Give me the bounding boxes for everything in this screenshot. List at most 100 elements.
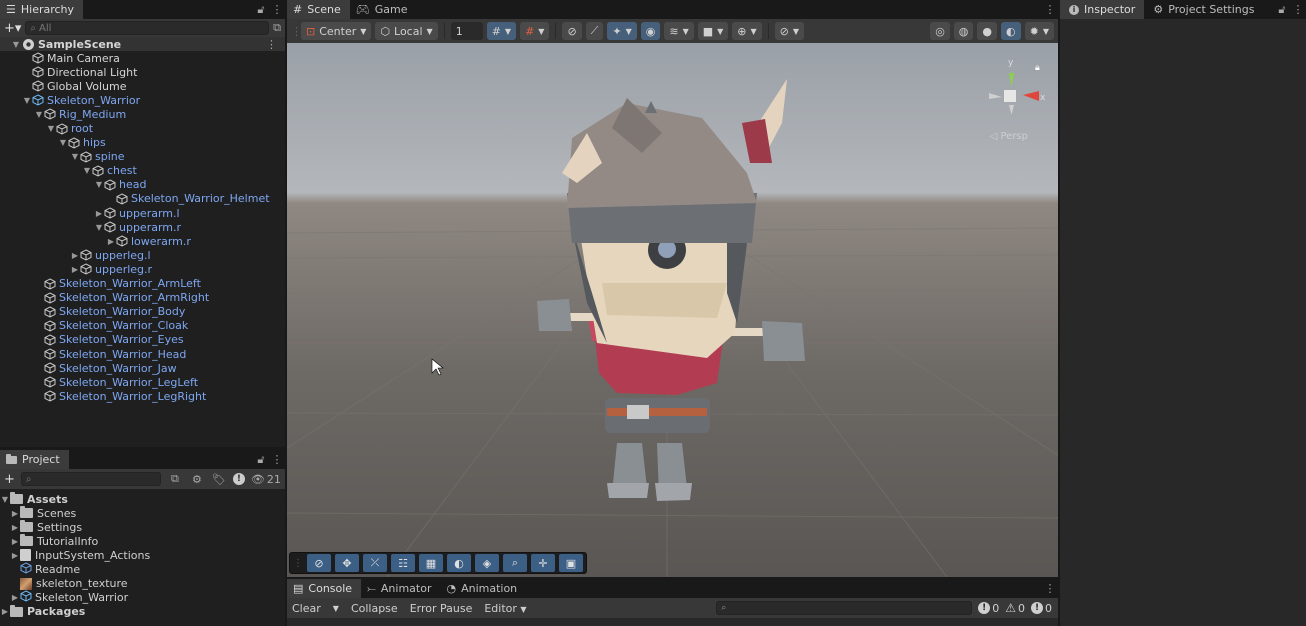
create-button[interactable]: +: [4, 472, 15, 487]
create-button[interactable]: +▾: [4, 21, 21, 36]
expand-arrow-icon[interactable]: ▼: [70, 152, 80, 161]
scene-visibility-button[interactable]: ◉: [640, 22, 661, 40]
hierarchy-item[interactable]: ▼ root: [0, 121, 285, 135]
project-item[interactable]: ▶ Skeleton_Warrior: [0, 590, 285, 605]
expand-arrow-icon[interactable]: ▼: [0, 495, 10, 504]
more-menu-icon[interactable]: ⋮: [269, 0, 285, 19]
hierarchy-item[interactable]: ▶ upperleg.l: [0, 248, 285, 262]
tab-game[interactable]: 🎮︎ Game: [350, 0, 417, 19]
more-menu-icon[interactable]: ⋮: [269, 450, 285, 469]
project-item[interactable]: skeleton_texture: [0, 577, 285, 591]
lock-icon[interactable]: 🔓︎: [1274, 0, 1290, 19]
hierarchy-item[interactable]: Skeleton_Warrior_ArmRight: [0, 291, 285, 305]
expand-arrow-icon[interactable]: ▼: [94, 223, 104, 232]
clear-options-dropdown[interactable]: ▼: [330, 604, 342, 613]
tab-project[interactable]: Project: [0, 450, 69, 469]
hierarchy-item[interactable]: ▼ Rig_Medium: [0, 107, 285, 121]
rotate-tool-button[interactable]: ⤫: [363, 554, 387, 572]
collapse-button[interactable]: Collapse: [348, 602, 401, 615]
hierarchy-item[interactable]: Skeleton_Warrior_Head: [0, 347, 285, 361]
expand-arrow-icon[interactable]: ▼: [22, 96, 32, 105]
collapse-arrow-icon[interactable]: ▶: [10, 509, 20, 518]
filter-by-type-icon[interactable]: ⚙: [189, 473, 205, 486]
tab-animator[interactable]: ⤚ Animator: [361, 579, 440, 598]
error-pause-button[interactable]: Error Pause: [407, 602, 476, 615]
collapse-arrow-icon[interactable]: ▶: [10, 551, 20, 560]
hierarchy-item[interactable]: Skeleton_Warrior_Body: [0, 305, 285, 319]
camera-button[interactable]: ■ ▼: [697, 22, 729, 40]
editor-dropdown[interactable]: Editor ▼: [481, 602, 529, 615]
expand-arrow-icon[interactable]: ▼: [82, 166, 92, 175]
project-item[interactable]: ▶ TutorialInfo: [0, 534, 285, 548]
search-by-type-icon[interactable]: ⧉: [167, 472, 183, 486]
expand-arrow-icon[interactable]: ▼: [0, 40, 22, 49]
hierarchy-item[interactable]: ▶ upperleg.r: [0, 262, 285, 276]
warning-count-toggle[interactable]: ⚠ 0: [1005, 601, 1025, 615]
hierarchy-item[interactable]: ▼ Skeleton_Warrior: [0, 93, 285, 107]
expand-arrow-icon[interactable]: ▼: [46, 124, 56, 133]
lock-icon[interactable]: 🔓︎: [253, 0, 269, 19]
grid-size-field[interactable]: 1: [450, 22, 483, 40]
collapse-arrow-icon[interactable]: ▶: [106, 237, 116, 246]
scene-more-icon[interactable]: ⋮: [266, 38, 285, 51]
expand-arrow-icon[interactable]: ▼: [34, 110, 44, 119]
rect-tool-button[interactable]: ▦: [419, 554, 443, 572]
camera-tool-button[interactable]: ▣: [559, 554, 583, 572]
collapse-arrow-icon[interactable]: ▶: [10, 593, 20, 602]
gizmos-button[interactable]: ⊕ ▼: [732, 22, 762, 40]
grid-snap-button[interactable]: # ▼: [486, 22, 517, 40]
view-tool-button[interactable]: ⊘: [307, 554, 331, 572]
hierarchy-item[interactable]: Global Volume: [0, 79, 285, 93]
hierarchy-item[interactable]: Skeleton_Warrior_Eyes: [0, 333, 285, 347]
project-item[interactable]: ▶ Scenes: [0, 506, 285, 520]
pan-tool-button[interactable]: ✛: [531, 554, 555, 572]
effects-button[interactable]: ✦ ▼: [607, 22, 637, 40]
more-menu-icon[interactable]: ⋮: [1042, 0, 1058, 19]
hierarchy-item[interactable]: Skeleton_Warrior_LegRight: [0, 389, 285, 403]
collapse-arrow-icon[interactable]: ▶: [70, 251, 80, 260]
debug-draw-button[interactable]: ✹ ▼: [1024, 22, 1054, 40]
scale-tool-button[interactable]: ☷: [391, 554, 415, 572]
collapse-arrow-icon[interactable]: ▶: [10, 537, 20, 546]
lock-icon[interactable]: 🔒︎: [1035, 63, 1040, 73]
wireframe-shading-button[interactable]: ◎: [930, 22, 950, 40]
hierarchy-item[interactable]: ▼ head: [0, 178, 285, 192]
hierarchy-item[interactable]: Directional Light: [0, 65, 285, 79]
hierarchy-item[interactable]: Skeleton_Warrior_LegLeft: [0, 375, 285, 389]
tool-settings-button[interactable]: ⊘ ▼: [774, 22, 805, 40]
lit-shading-button[interactable]: ◐: [1001, 22, 1021, 40]
project-item[interactable]: ▼ Assets: [0, 492, 285, 506]
tab-scene[interactable]: # Scene: [287, 0, 350, 19]
hierarchy-item[interactable]: ▶ upperarm.l: [0, 206, 285, 220]
unlit-shading-button[interactable]: ●: [977, 22, 998, 40]
collapse-arrow-icon[interactable]: ▶: [0, 607, 10, 616]
collapse-arrow-icon[interactable]: ▶: [94, 209, 104, 218]
project-item[interactable]: ▶ Settings: [0, 520, 285, 534]
custom-tool-button[interactable]: ◈: [475, 554, 499, 572]
tab-inspector[interactable]: i Inspector: [1060, 0, 1145, 19]
more-menu-icon[interactable]: ⋮: [1290, 0, 1306, 19]
hierarchy-search-input[interactable]: ⌕ All: [25, 21, 270, 35]
project-item[interactable]: ▶ InputSystem_Actions: [0, 548, 285, 562]
tab-animation[interactable]: ◔ Animation: [440, 579, 526, 598]
project-item[interactable]: ▶ Packages: [0, 604, 285, 619]
layers-button[interactable]: ≋ ▼: [664, 22, 694, 40]
hidden-packages-toggle[interactable]: 👁︎ 21: [251, 473, 281, 486]
project-search-input[interactable]: ⌕: [20, 472, 161, 486]
hierarchy-item[interactable]: ▼ spine: [0, 150, 285, 164]
tab-hierarchy[interactable]: ☰ Hierarchy: [0, 0, 84, 19]
search-by-type-icon[interactable]: ⧉: [273, 21, 281, 35]
pivot-rotation-dropdown[interactable]: ⬡ Local ▼: [375, 22, 438, 40]
error-count-toggle[interactable]: ! 0: [1031, 602, 1052, 615]
tab-console[interactable]: ▤ Console: [287, 579, 362, 598]
draw-mode-button[interactable]: ⊘: [562, 22, 582, 40]
drag-handle-icon[interactable]: ⋮: [291, 25, 302, 38]
projection-label[interactable]: ◁ Persp: [990, 131, 1028, 142]
label-tag-icon[interactable]: 🏷︎: [211, 473, 227, 486]
log-count-toggle[interactable]: ! 0: [978, 602, 999, 615]
hierarchy-item[interactable]: Skeleton_Warrior_Jaw: [0, 361, 285, 375]
zoom-tool-button[interactable]: ⌕: [503, 554, 527, 572]
hierarchy-item[interactable]: Skeleton_Warrior_Cloak: [0, 319, 285, 333]
hierarchy-item[interactable]: Skeleton_Warrior_ArmLeft: [0, 277, 285, 291]
info-icon[interactable]: !: [232, 473, 245, 485]
